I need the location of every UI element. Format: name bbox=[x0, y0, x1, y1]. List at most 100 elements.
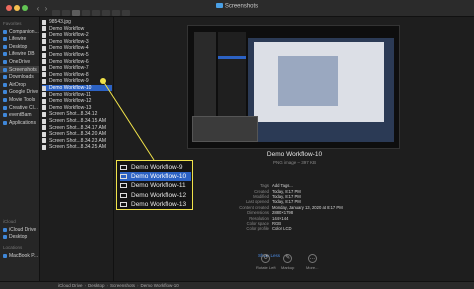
share-button[interactable] bbox=[102, 10, 110, 16]
folder-icon bbox=[3, 82, 7, 87]
info-value: Monday, January 13, 2020 at 8:17 PM bbox=[272, 204, 343, 210]
preview-file-name: Demo Workflow-10 bbox=[266, 151, 323, 158]
markup-icon[interactable]: ✎ bbox=[283, 254, 293, 263]
file-list-item[interactable]: Demo Workflow-13 bbox=[42, 105, 112, 111]
info-value[interactable]: Add Tags... bbox=[272, 183, 293, 188]
file-list-item[interactable]: Demo Workflow-12 bbox=[42, 98, 112, 104]
info-key: Color profile bbox=[246, 226, 269, 232]
info-value: Color LCD bbox=[272, 226, 292, 232]
image-file-icon bbox=[42, 111, 46, 117]
callout-item: Demo Workflow-10 bbox=[120, 172, 191, 182]
list-view-button[interactable] bbox=[62, 10, 70, 16]
file-list-item[interactable]: Screen Shot...8.34.12 bbox=[42, 111, 112, 117]
file-list-item[interactable]: Demo Workflow-5 bbox=[42, 52, 112, 58]
image-file-icon bbox=[42, 125, 46, 131]
file-list-item[interactable]: Screen Shot...8.34.17 AM bbox=[42, 125, 112, 131]
action-menu-button[interactable] bbox=[122, 10, 130, 16]
sidebar-item[interactable]: Creative Cl... bbox=[3, 104, 38, 111]
image-file-icon bbox=[120, 174, 127, 180]
sidebar-item[interactable]: Desktop bbox=[3, 234, 27, 241]
preview-action[interactable]: ✎ Markup bbox=[281, 254, 294, 270]
path-segment[interactable]: iCloud Drive bbox=[58, 283, 83, 288]
file-list-item[interactable]: Demo Workflow-7 bbox=[42, 65, 112, 71]
folder-icon bbox=[3, 75, 7, 80]
sidebar-item-label: Companion... bbox=[9, 28, 39, 35]
sidebar-item[interactable]: AirDrop bbox=[3, 81, 26, 88]
action-label: More... bbox=[306, 265, 319, 270]
image-file-icon bbox=[42, 98, 46, 104]
sidebar-item[interactable]: Movie Tools bbox=[3, 96, 35, 103]
sidebar-item-label: Applications bbox=[9, 119, 36, 126]
sidebar-item[interactable]: Lifewire DB bbox=[3, 51, 35, 58]
file-list-item[interactable]: Screen Shot...8.34.25 AM bbox=[42, 144, 112, 150]
path-segment[interactable]: Desktop bbox=[88, 283, 105, 288]
info-key: Content created bbox=[239, 204, 269, 210]
file-list-item[interactable]: Demo Workflow-9 bbox=[42, 78, 112, 84]
file-list-item[interactable]: Screen Shot...8.34.20 AM bbox=[42, 131, 112, 137]
file-list-item[interactable]: Demo Workflow bbox=[42, 26, 112, 32]
group-by-button[interactable] bbox=[92, 10, 100, 16]
sidebar-item[interactable]: Screenshots bbox=[0, 66, 39, 73]
file-list-item[interactable]: Demo Workflow-8 bbox=[42, 72, 112, 78]
image-file-icon bbox=[42, 59, 46, 65]
file-list-item[interactable]: Screen Shot...8.34.15 AM bbox=[42, 118, 112, 124]
sidebar-item[interactable]: Desktop bbox=[3, 43, 27, 50]
chevron-right-icon: › bbox=[137, 283, 139, 288]
more-icon[interactable]: … bbox=[307, 254, 317, 263]
file-name: Screen Shot...8.34.15 AM bbox=[49, 118, 106, 124]
sidebar-item[interactable]: iCloud Drive bbox=[3, 226, 36, 233]
window-title: Screenshots bbox=[0, 3, 474, 10]
info-key: Color space bbox=[246, 220, 269, 226]
column-view-button[interactable] bbox=[72, 10, 80, 16]
file-name: Screen Shot...8.34.17 AM bbox=[49, 124, 106, 131]
sidebar-item-label: Desktop bbox=[9, 234, 28, 241]
image-file-icon bbox=[42, 78, 46, 84]
file-list-item[interactable]: Screen Shot...8.34.23 AM bbox=[42, 138, 112, 144]
sidebar-item-label: Downloads bbox=[9, 74, 34, 81]
callout-item-label: Demo Workflow-11 bbox=[131, 182, 186, 190]
file-list-item[interactable]: 98543.jpg bbox=[42, 19, 112, 25]
finder-window: ‹ › Screenshots Favorites Companion... Lif… bbox=[0, 0, 474, 289]
file-list-item[interactable]: Demo Workflow-11 bbox=[42, 92, 112, 98]
sidebar-item[interactable]: MacBook P... bbox=[3, 252, 38, 259]
image-file-icon bbox=[42, 45, 46, 51]
info-value: Today, 8:17 PM bbox=[272, 199, 301, 205]
info-value: 144×144 bbox=[272, 215, 289, 221]
sidebar-item[interactable]: OneDrive bbox=[3, 58, 30, 65]
folder-icon bbox=[3, 113, 7, 118]
path-segment[interactable]: Demo Workflow-10 bbox=[141, 283, 179, 288]
folder-icon bbox=[215, 3, 223, 8]
callout-item: Demo Workflow-12 bbox=[120, 191, 191, 200]
folder-icon bbox=[3, 59, 7, 64]
preview-action[interactable]: ↺ Rotate Left bbox=[256, 254, 276, 270]
icon-view-button[interactable] bbox=[52, 10, 60, 16]
path-segment[interactable]: Screenshots bbox=[110, 283, 135, 288]
file-list-item[interactable]: Demo Workflow-6 bbox=[42, 59, 112, 65]
file-list-item[interactable]: Demo Workflow-4 bbox=[42, 45, 112, 51]
rotate-left-icon[interactable]: ↺ bbox=[261, 254, 271, 263]
gallery-view-button[interactable] bbox=[82, 10, 90, 16]
sidebar-item-label: Movie Tools bbox=[9, 96, 36, 103]
folder-icon bbox=[3, 97, 7, 102]
folder-icon bbox=[3, 52, 7, 57]
window-title-text: Screenshots bbox=[224, 3, 259, 10]
sidebar-section-header: iCloud bbox=[3, 219, 16, 224]
sidebar-item[interactable]: Applications bbox=[3, 119, 36, 126]
image-file-icon bbox=[42, 52, 46, 58]
file-list-item[interactable]: Demo Workflow-3 bbox=[42, 39, 112, 45]
file-list-item[interactable]: Demo Workflow-2 bbox=[42, 32, 112, 38]
file-name: 98543.jpg bbox=[49, 19, 71, 25]
tags-button[interactable] bbox=[112, 10, 120, 16]
sidebar-item[interactable]: Lifewire bbox=[3, 36, 26, 43]
sidebar-item-label: AirDrop bbox=[9, 81, 26, 88]
preview-action[interactable]: … More... bbox=[306, 254, 318, 270]
sidebar-item[interactable]: Google Drive bbox=[3, 89, 38, 96]
sidebar-item[interactable]: Companion... bbox=[3, 28, 39, 35]
sidebar-item-label: Lifewire bbox=[9, 36, 27, 43]
file-name: Demo Workflow-4 bbox=[49, 45, 89, 52]
file-list-item[interactable]: Demo Workflow-10 bbox=[42, 85, 112, 91]
sidebar-item-label: Screenshots bbox=[9, 66, 37, 73]
file-name: Screen Shot...8.34.25 AM bbox=[49, 144, 106, 151]
sidebar-item[interactable]: Downloads bbox=[3, 74, 34, 81]
sidebar-item[interactable]: eventBam bbox=[3, 112, 32, 119]
